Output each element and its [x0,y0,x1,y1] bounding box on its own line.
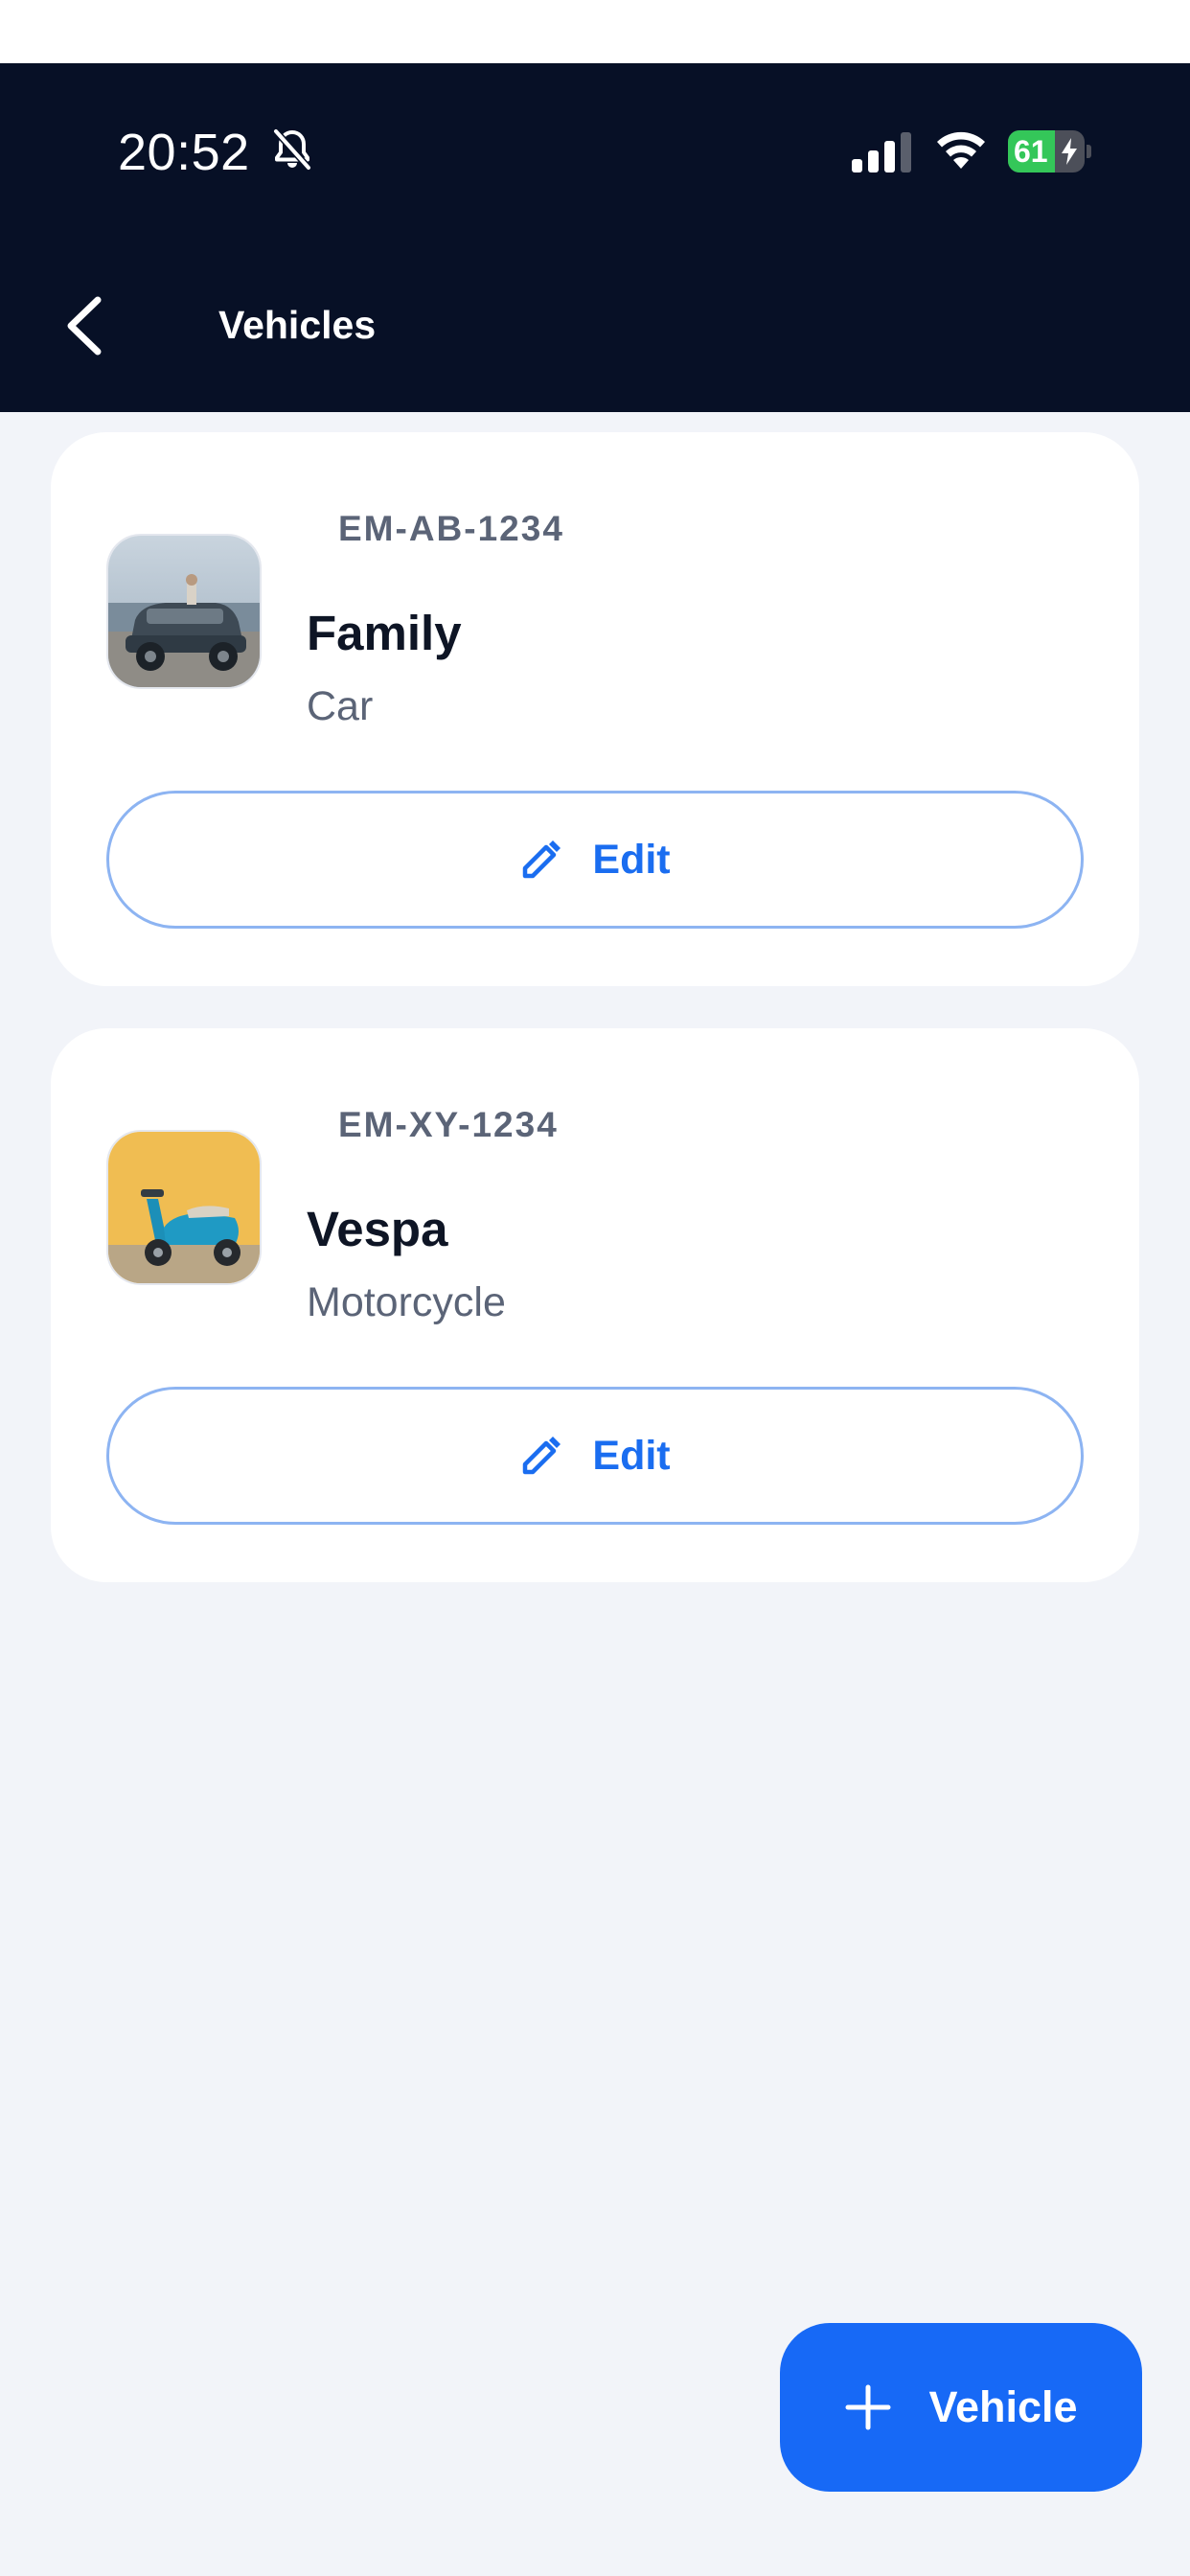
top-strip [0,0,1190,63]
edit-button[interactable]: Edit [106,791,1084,929]
chevron-left-icon [67,296,102,356]
add-vehicle-label: Vehicle [928,2382,1078,2431]
app-header [0,63,1190,412]
vehicle-name: Vespa [307,1202,448,1256]
edit-button-label: Edit [592,836,671,883]
pencil-icon [523,840,561,879]
status-time: 20:52 [118,124,250,181]
wifi-icon [937,131,985,169]
page-title: Vehicles [218,303,377,347]
plus-icon [845,2384,891,2430]
vehicle-type: Motorcycle [307,1279,506,1325]
bell-slash-icon [273,128,311,171]
edit-button-label: Edit [592,1432,671,1479]
pencil-icon [523,1437,561,1475]
add-vehicle-button[interactable]: Vehicle [780,2323,1142,2492]
vehicle-card: EM-XY-1234 Vespa Motorcycle Edit [51,1028,1139,1582]
cellular-signal-icon [852,132,911,172]
back-button[interactable] [57,292,115,359]
license-plate: EM-AB-1234 [338,509,564,548]
license-plate: EM-XY-1234 [338,1105,559,1144]
battery-percent: 61 [1014,134,1048,169]
edit-button[interactable]: Edit [106,1387,1084,1525]
car-photo [106,534,262,689]
battery-charging-icon: 61 [1008,130,1091,172]
vehicle-type: Car [307,683,374,729]
scooter-photo [106,1130,262,1285]
bolt-icon [1062,138,1077,165]
battery-cap [1087,145,1091,158]
vehicle-card: EM-AB-1234 Family Car Edit [51,432,1139,986]
battery-body: 61 [1008,130,1085,172]
vehicle-name: Family [307,606,462,660]
